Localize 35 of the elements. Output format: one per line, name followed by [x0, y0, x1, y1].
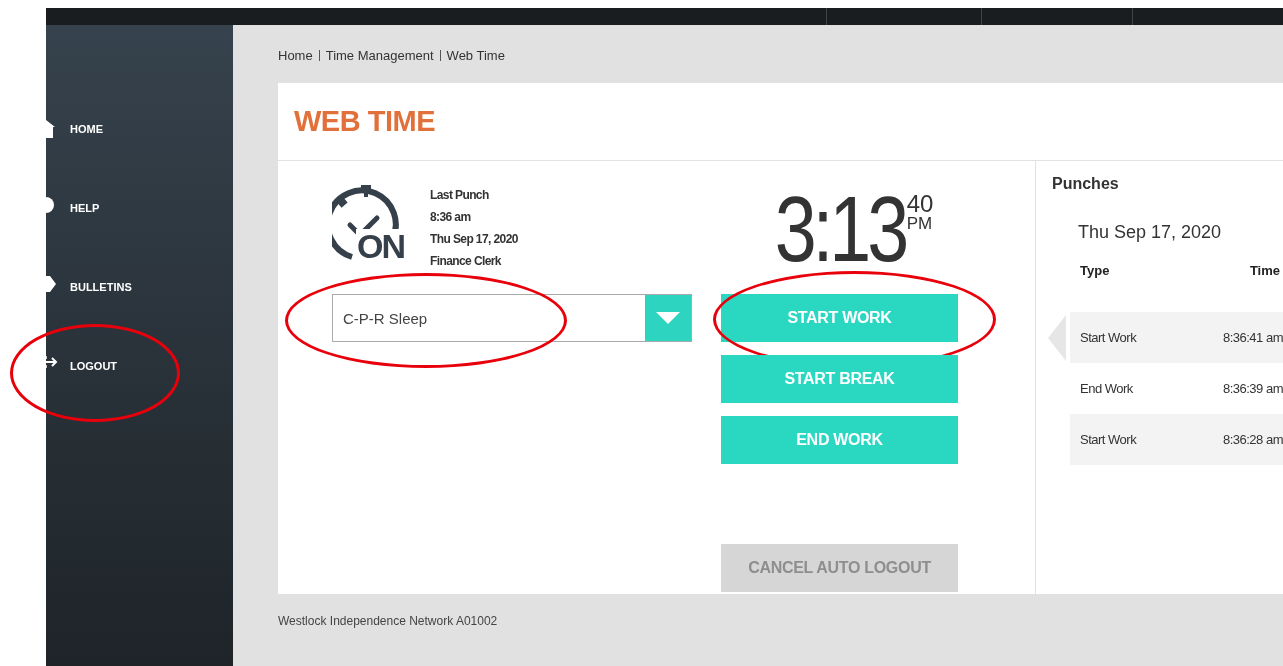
punches-heading: Punches	[1052, 175, 1120, 193]
table-cell: End Work	[1080, 381, 1133, 396]
sidebar-link[interactable]: LOGOUT	[70, 358, 118, 374]
table-cell: 8:36:28 am	[1222, 432, 1283, 447]
last-punch-text: Finance Clerk	[430, 253, 502, 269]
table-cell: 8:36:39 am	[1222, 381, 1283, 396]
column-header: Time	[1249, 263, 1280, 278]
table-cell: Start Work	[1080, 432, 1137, 447]
breadcrumb-link[interactable]: Home	[278, 47, 313, 63]
clock-time: 3:13	[774, 185, 905, 273]
table-cell: 8:36:41 am	[1222, 330, 1283, 345]
help-icon	[46, 197, 56, 213]
tag-icon	[46, 276, 56, 292]
clock-period: PM	[906, 215, 934, 233]
logout-icon	[46, 355, 58, 369]
table-cell: Start Work	[1080, 330, 1137, 345]
last-punch-text: 8:36 am	[430, 209, 472, 225]
caret-icon	[656, 312, 680, 324]
dropdown-button[interactable]	[645, 295, 691, 341]
page-title: WEB TIME	[294, 105, 435, 138]
column-header: Type	[1080, 263, 1110, 278]
last-punch-text: Thu Sep 17, 2020	[430, 231, 518, 247]
punches-date: Thu Sep 17, 2020	[1078, 222, 1223, 243]
punch-row[interactable]: Start Work 8:36:28 am	[1070, 414, 1283, 465]
breadcrumb-link[interactable]: Web Time	[446, 47, 505, 63]
punch-row[interactable]: Start Work 8:36:41 am	[1070, 312, 1283, 363]
home-icon	[46, 118, 56, 138]
activity-dropdown[interactable]: C-P-R Sleep	[332, 294, 692, 342]
breadcrumb-link[interactable]: Time Management	[325, 47, 434, 63]
sidebar-link[interactable]: BULLETINS	[70, 279, 132, 295]
last-punch-text: Last Punch	[430, 187, 490, 203]
clock-seconds: 40	[906, 193, 934, 215]
sidebar-link[interactable]: HOME	[70, 121, 103, 137]
footer-text: Westlock Independence Network A01002	[278, 614, 499, 628]
sidebar-link[interactable]: HELP	[70, 200, 100, 216]
